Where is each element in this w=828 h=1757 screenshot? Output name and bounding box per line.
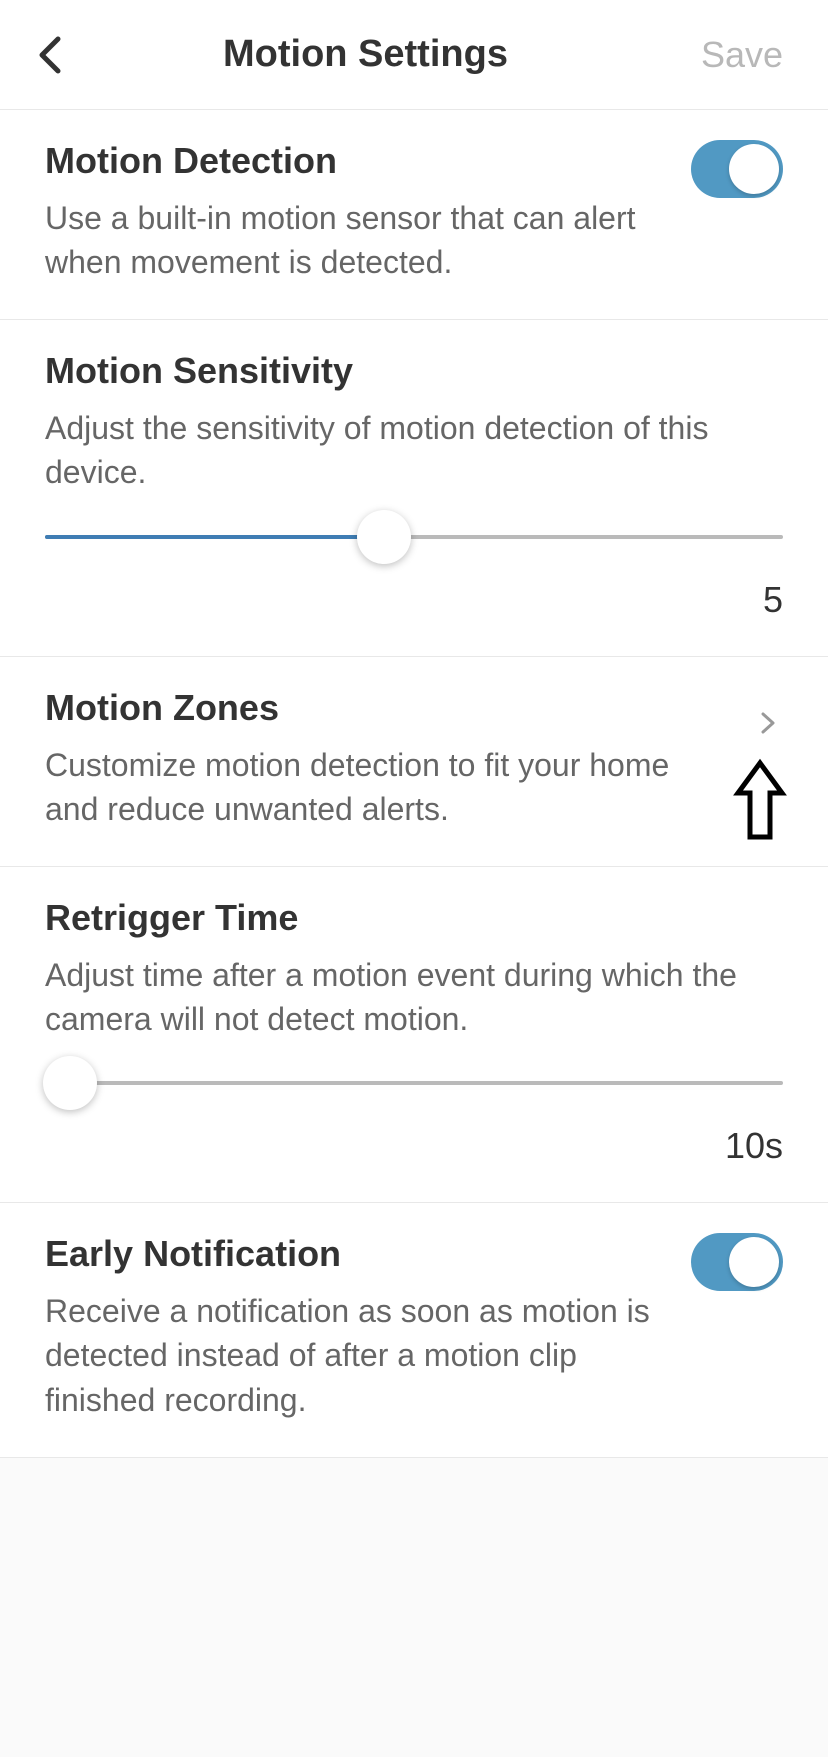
page-title: Motion Settings bbox=[30, 33, 701, 76]
early-notification-title: Early Notification bbox=[45, 1233, 671, 1275]
retrigger-time-slider[interactable]: 10s bbox=[45, 1081, 783, 1167]
save-button[interactable]: Save bbox=[701, 34, 783, 76]
up-arrow-annotation-icon bbox=[732, 757, 788, 848]
early-notification-section: Early Notification Receive a notificatio… bbox=[0, 1203, 828, 1456]
slider-thumb[interactable] bbox=[43, 1056, 97, 1110]
motion-sensitivity-section: Motion Sensitivity Adjust the sensitivit… bbox=[0, 320, 828, 656]
retrigger-time-desc: Adjust time after a motion event during … bbox=[45, 953, 783, 1041]
slider-thumb[interactable] bbox=[357, 510, 411, 564]
motion-detection-title: Motion Detection bbox=[45, 140, 671, 182]
motion-sensitivity-title: Motion Sensitivity bbox=[45, 350, 783, 392]
footer-area bbox=[0, 1457, 828, 1757]
retrigger-time-title: Retrigger Time bbox=[45, 897, 783, 939]
motion-detection-desc: Use a built-in motion sensor that can al… bbox=[45, 196, 671, 284]
motion-detection-toggle[interactable] bbox=[691, 140, 783, 198]
motion-zones-title: Motion Zones bbox=[45, 687, 728, 729]
motion-sensitivity-slider[interactable]: 5 bbox=[45, 535, 783, 621]
motion-zones-section[interactable]: Motion Zones Customize motion detection … bbox=[0, 657, 828, 867]
motion-detection-section: Motion Detection Use a built-in motion s… bbox=[0, 110, 828, 320]
early-notification-toggle[interactable] bbox=[691, 1233, 783, 1291]
retrigger-time-value: 10s bbox=[45, 1125, 783, 1167]
chevron-right-icon bbox=[758, 713, 778, 733]
retrigger-time-section: Retrigger Time Adjust time after a motio… bbox=[0, 867, 828, 1203]
header: Motion Settings Save bbox=[0, 0, 828, 110]
motion-zones-desc: Customize motion detection to fit your h… bbox=[45, 743, 728, 831]
motion-sensitivity-value: 5 bbox=[45, 579, 783, 621]
early-notification-desc: Receive a notification as soon as motion… bbox=[45, 1289, 671, 1421]
motion-sensitivity-desc: Adjust the sensitivity of motion detecti… bbox=[45, 406, 783, 494]
